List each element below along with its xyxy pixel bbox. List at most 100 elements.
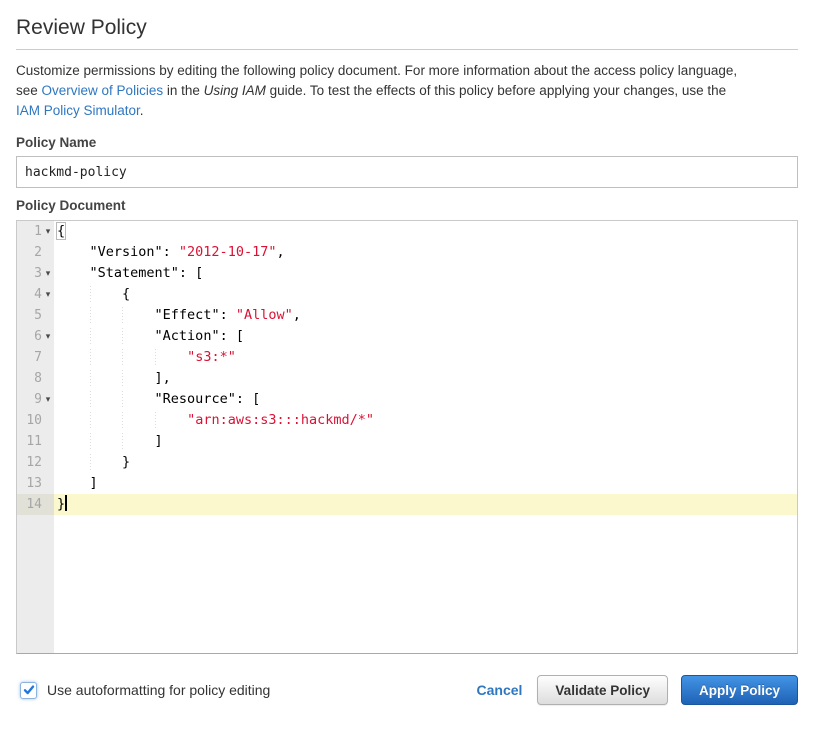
cancel-link[interactable]: Cancel <box>477 682 523 698</box>
description: Customize permissions by editing the fol… <box>16 61 798 121</box>
code-token-ind <box>90 412 123 428</box>
gutter-line-10: 10 <box>17 410 54 431</box>
code-token-brk: { <box>57 223 65 239</box>
code-token-plain: { <box>122 286 130 302</box>
code-token-plain: } <box>122 454 130 470</box>
code-line-8[interactable]: ], <box>54 368 797 389</box>
fold-chevron-down-icon[interactable]: ▾ <box>42 284 54 305</box>
fold-spacer <box>42 242 54 263</box>
fold-spacer <box>42 305 54 326</box>
code-token-ind <box>57 391 90 407</box>
code-token-plain: "Statement": [ <box>90 265 204 281</box>
policy-document-label: Policy Document <box>16 198 798 213</box>
code-line-12[interactable]: } <box>54 452 797 473</box>
code-line-6[interactable]: "Action": [ <box>54 326 797 347</box>
overview-of-policies-link[interactable]: Overview of Policies <box>42 83 164 98</box>
footer-actions: Cancel Validate Policy Apply Policy <box>477 675 799 705</box>
line-number: 4 <box>34 284 42 305</box>
iam-policy-simulator-link[interactable]: IAM Policy Simulator <box>16 103 140 118</box>
line-number: 5 <box>34 305 42 326</box>
autoformat-checkbox[interactable] <box>20 682 37 699</box>
review-policy-page: Review Policy Customize permissions by e… <box>0 16 814 705</box>
code-token-ind <box>90 286 123 302</box>
code-token-ind <box>57 328 90 344</box>
gutter-line-4: 4▾ <box>17 284 54 305</box>
code-line-2[interactable]: "Version": "2012-10-17", <box>54 242 797 263</box>
policy-document-editor[interactable]: 1▾23▾4▾56▾789▾1011121314 { "Version": "2… <box>16 220 798 654</box>
code-line-3[interactable]: "Statement": [ <box>54 263 797 284</box>
line-number: 9 <box>34 389 42 410</box>
gutter-line-14: 14 <box>17 494 54 515</box>
description-line3-post: . <box>140 103 144 118</box>
line-number: 12 <box>26 452 42 473</box>
gutter-line-12: 12 <box>17 452 54 473</box>
autoformat-option[interactable]: Use autoformatting for policy editing <box>16 682 270 699</box>
code-line-7[interactable]: "s3:*" <box>54 347 797 368</box>
fold-chevron-down-icon[interactable]: ▾ <box>42 221 54 242</box>
code-token-plain: "Resource": [ <box>155 391 261 407</box>
validate-policy-button[interactable]: Validate Policy <box>537 675 668 705</box>
code-line-13[interactable]: ] <box>54 473 797 494</box>
code-token-ind <box>57 244 90 260</box>
code-token-plain: } <box>57 496 65 512</box>
gutter-line-11: 11 <box>17 431 54 452</box>
line-number: 1 <box>34 221 42 242</box>
code-token-ind <box>155 349 188 365</box>
fold-spacer <box>42 368 54 389</box>
text-cursor <box>65 495 67 511</box>
description-line2-pre: see <box>16 83 42 98</box>
line-number: 11 <box>26 431 42 452</box>
code-token-ind <box>122 349 155 365</box>
code-token-plain: ] <box>155 433 163 449</box>
fold-spacer <box>42 410 54 431</box>
code-token-ind <box>57 412 90 428</box>
code-line-4[interactable]: { <box>54 284 797 305</box>
code-token-ind <box>57 433 90 449</box>
code-line-11[interactable]: ] <box>54 431 797 452</box>
using-iam-guide-text: Using IAM <box>204 83 266 98</box>
code-token-ind <box>155 412 188 428</box>
fold-chevron-down-icon[interactable]: ▾ <box>42 389 54 410</box>
code-token-ind <box>90 307 123 323</box>
editor-gutter: 1▾23▾4▾56▾789▾1011121314 <box>17 221 54 653</box>
description-line2-mid2: guide. To test the effects of this polic… <box>266 83 726 98</box>
code-line-10[interactable]: "arn:aws:s3:::hackmd/*" <box>54 410 797 431</box>
title-divider <box>16 49 798 50</box>
gutter-line-9: 9▾ <box>17 389 54 410</box>
check-icon <box>23 684 35 696</box>
code-token-ind <box>57 370 90 386</box>
line-number: 8 <box>34 368 42 389</box>
apply-policy-button[interactable]: Apply Policy <box>681 675 798 705</box>
code-token-ind <box>90 433 123 449</box>
editor-code-area[interactable]: { "Version": "2012-10-17", "Statement": … <box>54 221 797 653</box>
code-line-9[interactable]: "Resource": [ <box>54 389 797 410</box>
code-token-ind <box>90 370 123 386</box>
gutter-line-13: 13 <box>17 473 54 494</box>
footer-bar: Use autoformatting for policy editing Ca… <box>16 675 798 705</box>
gutter-line-2: 2 <box>17 242 54 263</box>
code-token-plain: "Action": [ <box>155 328 244 344</box>
code-token-ind <box>90 349 123 365</box>
code-token-ind <box>122 370 155 386</box>
code-token-plain: ], <box>155 370 171 386</box>
code-token-ind <box>57 286 90 302</box>
fold-spacer <box>42 347 54 368</box>
autoformat-label: Use autoformatting for policy editing <box>47 682 270 698</box>
fold-spacer <box>42 494 54 515</box>
code-line-5[interactable]: "Effect": "Allow", <box>54 305 797 326</box>
code-token-plain: "Version": <box>90 244 179 260</box>
code-line-14[interactable]: } <box>54 494 797 515</box>
policy-name-input[interactable] <box>16 156 798 188</box>
description-line2-mid1: in the <box>163 83 204 98</box>
description-line1: Customize permissions by editing the fol… <box>16 63 737 78</box>
line-number: 13 <box>26 473 42 494</box>
code-token-ind <box>122 307 155 323</box>
line-number: 14 <box>26 494 42 515</box>
fold-chevron-down-icon[interactable]: ▾ <box>42 263 54 284</box>
line-number: 6 <box>34 326 42 347</box>
fold-chevron-down-icon[interactable]: ▾ <box>42 326 54 347</box>
code-token-ind <box>122 412 155 428</box>
code-line-1[interactable]: { <box>54 221 797 242</box>
page-title: Review Policy <box>16 16 798 40</box>
fold-spacer <box>42 452 54 473</box>
